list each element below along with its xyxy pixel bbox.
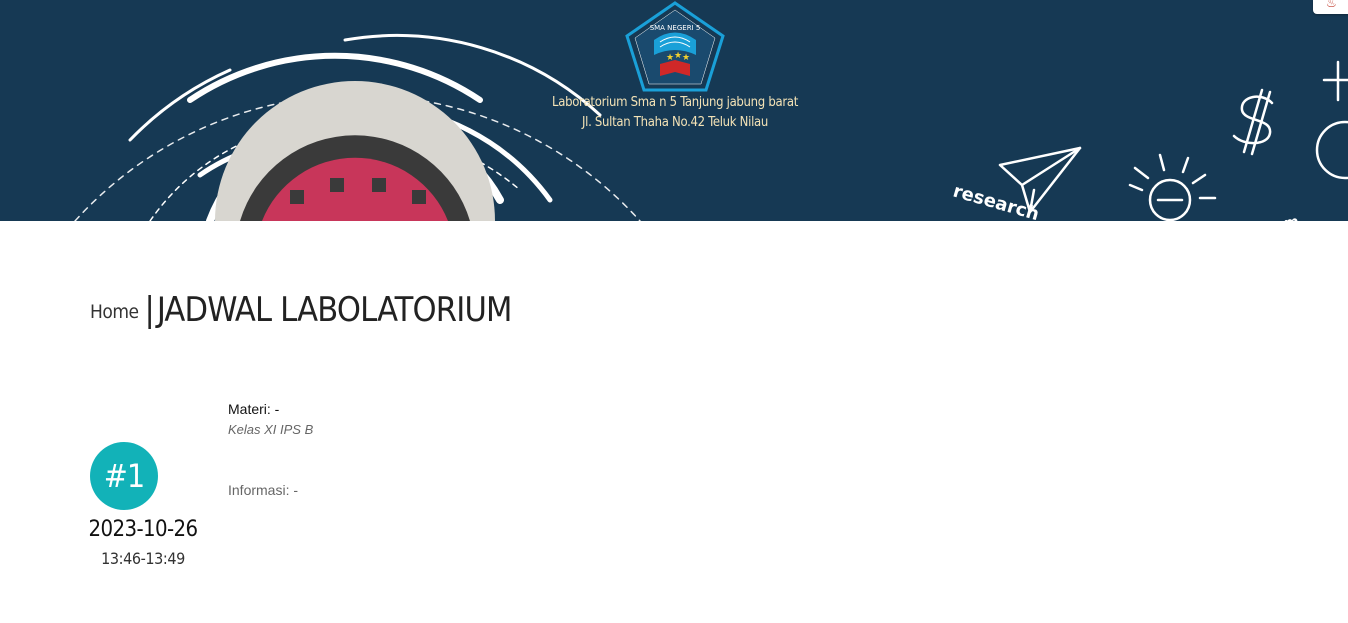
- corner-menu-button[interactable]: ♨: [1313, 0, 1348, 14]
- page-title: JADWAL LABOLATORIUM: [156, 290, 513, 330]
- schedule-time: 13:46-13:49: [101, 549, 185, 568]
- breadcrumb-home-link[interactable]: Home: [90, 301, 139, 323]
- header-banner: research m SMA NEGERI 5 ★ ★ ★ Laboratori…: [0, 0, 1348, 221]
- svg-text:m: m: [1283, 214, 1300, 221]
- flame-icon: ♨: [1326, 0, 1337, 10]
- svg-text:★: ★: [682, 53, 690, 63]
- banner-research-word: research: [951, 181, 1042, 221]
- school-address: Jl. Sultan Thaha No.42 Teluk Nilau: [582, 115, 768, 130]
- svg-text:★: ★: [674, 51, 682, 61]
- school-name: Laboratorium Sma n 5 Tanjung jabung bara…: [552, 95, 798, 110]
- schedule-date: 2023-10-26: [88, 517, 198, 542]
- school-crest-icon: SMA NEGERI 5 ★ ★ ★: [625, 1, 725, 92]
- schedule-informasi: Informasi: -: [228, 482, 299, 498]
- schedule-number-badge: #1: [90, 442, 158, 510]
- breadcrumb-separator: |: [144, 290, 155, 330]
- schedule-kelas: Kelas XI IPS B: [228, 422, 314, 437]
- breadcrumb: Home |JADWAL LABOLATORIUM: [90, 287, 512, 331]
- svg-text:SMA NEGERI 5: SMA NEGERI 5: [650, 24, 701, 32]
- schedule-materi: Materi: -: [228, 401, 280, 417]
